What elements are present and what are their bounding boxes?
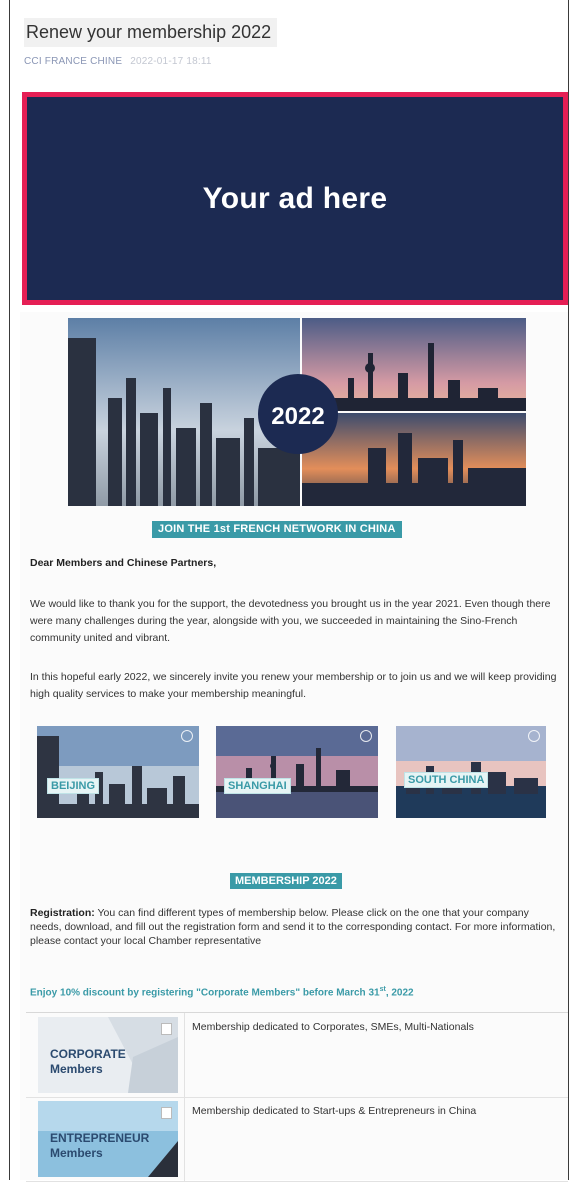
- document-icon: [161, 1023, 172, 1035]
- registration-text: You can find different types of membersh…: [30, 907, 556, 947]
- hero-image: 2022: [68, 318, 526, 506]
- discount-tail: , 2022: [385, 987, 414, 999]
- discount-note: Enjoy 10% discount by registering "Corpo…: [30, 986, 414, 998]
- membership-row-entrepreneur[interactable]: ENTREPRENEUR Members Membership dedicate…: [26, 1097, 568, 1182]
- column-divider: [184, 1097, 185, 1181]
- city-tile-shanghai[interactable]: SHANGHAI: [216, 726, 378, 818]
- column-divider: [184, 1013, 185, 1097]
- expand-icon: [360, 730, 372, 742]
- city-tile-south-china[interactable]: SOUTH CHINA: [396, 726, 546, 818]
- network-banner: JOIN THE 1st FRENCH NETWORK IN CHINA: [152, 521, 402, 538]
- ad-banner[interactable]: Your ad here: [22, 92, 568, 305]
- registration-paragraph: Registration: You can find different typ…: [30, 906, 560, 948]
- corporate-description: Membership dedicated to Corporates, SMEs…: [192, 1021, 474, 1033]
- sender-name[interactable]: CCI FRANCE CHINE: [24, 56, 122, 67]
- invitation-paragraph: In this hopeful early 2022, we sincerely…: [30, 671, 557, 700]
- corporate-thumbnail[interactable]: CORPORATE Members: [38, 1017, 178, 1093]
- city-label-shanghai: SHANGHAI: [224, 778, 291, 794]
- corporate-title: CORPORATE Members: [50, 1047, 126, 1076]
- email-subject: Renew your membership 2022: [24, 18, 278, 47]
- city-label-south-china: SOUTH CHINA: [404, 772, 489, 788]
- city-tile-beijing[interactable]: BEIJING: [37, 726, 199, 818]
- registration-label: Registration:: [30, 907, 95, 919]
- thanks-paragraph: We would like to thank you for the suppo…: [30, 598, 551, 644]
- city-label-beijing: BEIJING: [47, 778, 100, 794]
- email-timestamp: 2022-01-17 18:11: [130, 56, 212, 67]
- membership-table: CORPORATE Members Membership dedicated t…: [26, 1012, 568, 1182]
- expand-icon: [528, 730, 540, 742]
- entrepreneur-thumbnail[interactable]: ENTREPRENEUR Members: [38, 1101, 178, 1177]
- document-icon: [161, 1107, 172, 1119]
- salutation: Dear Members and Chinese Partners,: [30, 557, 217, 569]
- discount-text: Enjoy 10% discount by registering "Corpo…: [30, 987, 380, 999]
- expand-icon: [181, 730, 193, 742]
- email-meta: CCI FRANCE CHINE 2022-01-17 18:11: [24, 56, 212, 67]
- membership-banner: MEMBERSHIP 2022: [230, 873, 342, 889]
- entrepreneur-title: ENTREPRENEUR Members: [50, 1131, 150, 1160]
- membership-row-corporate[interactable]: CORPORATE Members Membership dedicated t…: [26, 1013, 568, 1098]
- ad-text: Your ad here: [202, 181, 388, 215]
- entrepreneur-description: Membership dedicated to Start-ups & Entr…: [192, 1105, 477, 1117]
- hero-year-badge: 2022: [271, 403, 324, 430]
